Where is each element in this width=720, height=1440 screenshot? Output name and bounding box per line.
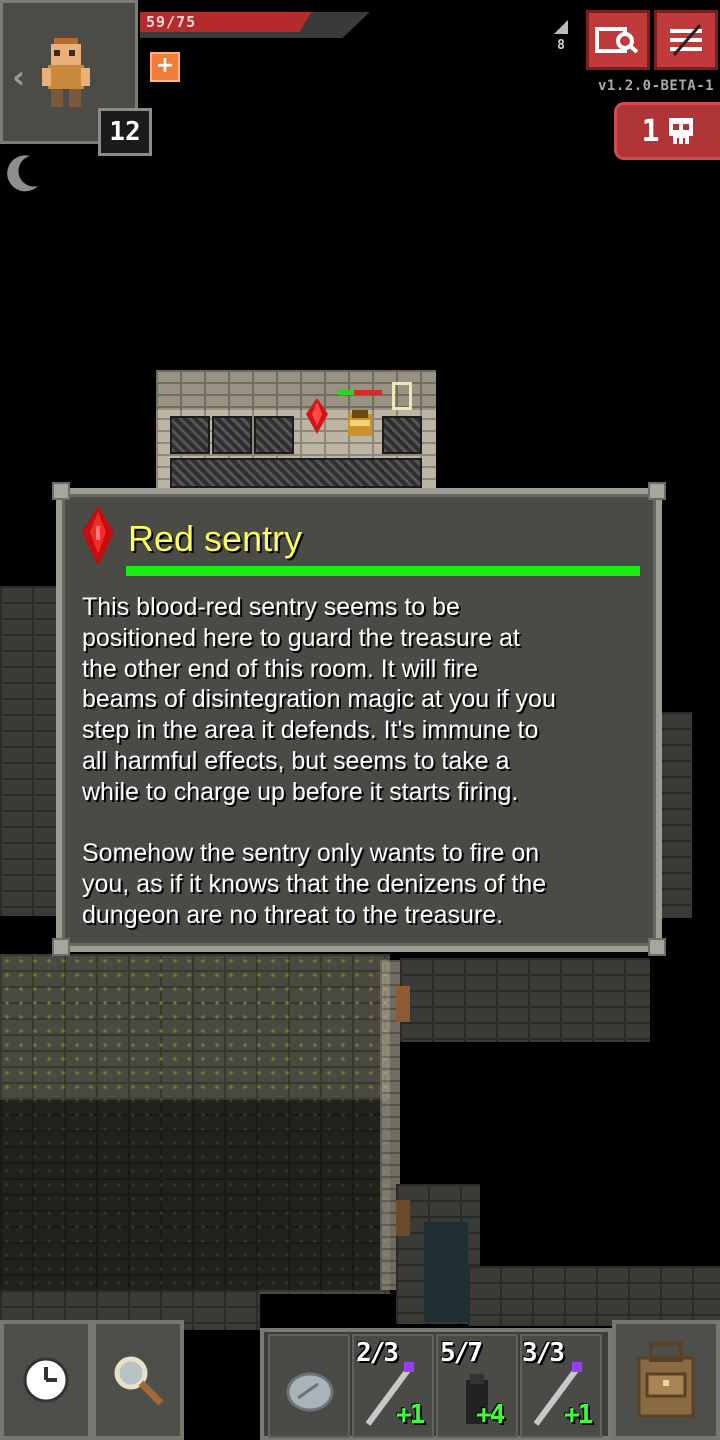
description-line: dungeon are no threat to the treasure. — [82, 900, 504, 929]
dungeon-floor-left — [0, 586, 60, 916]
hero-portrait-icon — [42, 38, 90, 107]
mob-health-bar — [126, 566, 640, 576]
floor-grate — [170, 416, 210, 454]
menu-button[interactable] — [654, 10, 718, 70]
quickslot-3-upgrade: +1 — [564, 1400, 593, 1430]
throw-stone-slot[interactable] — [268, 1334, 350, 1438]
dungeon-wall-east — [660, 712, 692, 918]
door[interactable] — [396, 1200, 410, 1236]
floor-grate — [382, 416, 422, 454]
door[interactable] — [396, 986, 410, 1022]
quickslot-2-upgrade: +4 — [476, 1400, 505, 1430]
floor-grate — [212, 416, 252, 454]
description-line: beams of disintegration magic at you if … — [82, 685, 556, 714]
quickslot-2-charges: 5/7 — [440, 1338, 483, 1368]
search-button[interactable] — [92, 1320, 184, 1440]
description-line: all harmful effects, but seems to take a — [82, 746, 510, 775]
red-sentry-icon — [82, 506, 114, 566]
skull-icon — [668, 118, 693, 144]
depth-number: 8 — [557, 38, 565, 53]
stone-icon — [286, 1372, 334, 1412]
description-line: positioned here to guard the treasure at — [82, 623, 520, 652]
description-line: step in the area it defends. It's immune… — [82, 716, 539, 745]
journal-search-icon — [595, 27, 639, 54]
moon-icon — [7, 155, 38, 192]
plus-icon[interactable]: + — [150, 52, 180, 82]
quickslot-1-upgrade: +1 — [396, 1400, 425, 1430]
dungeon-floor-right — [400, 958, 650, 1042]
backpack-icon — [637, 1342, 695, 1418]
description-line: This blood-red sentry seems to be — [82, 593, 460, 621]
quickslot-1-charges: 2/3 — [356, 1338, 399, 1368]
dungeon-floor-east — [468, 1266, 720, 1326]
description-line: you, as if it knows that the denizens of… — [82, 869, 547, 898]
menu-icon — [670, 24, 702, 56]
mob-description-paragraph-2: Somehow the sentry only wants to fire on… — [82, 838, 642, 930]
quickslot-3-charges: 3/3 — [522, 1338, 565, 1368]
window-corner — [648, 482, 666, 500]
mob-description-paragraph-1: This blood-red sentry seems to be positio… — [82, 592, 642, 808]
clock-icon — [23, 1357, 69, 1403]
depth-indicator: 8 — [550, 20, 572, 53]
hero-on-map[interactable] — [342, 406, 378, 442]
back-arrow-icon: ‹ — [12, 58, 26, 96]
enemy-health-fill — [338, 390, 354, 395]
magnifier-icon — [114, 1356, 164, 1406]
window-corner — [52, 938, 70, 956]
window-corner — [648, 938, 666, 956]
version-label: v1.2.0-BETA-1 — [598, 78, 715, 94]
water — [424, 1222, 468, 1322]
hero-level-badge: 12 — [98, 108, 152, 156]
dungeon-shadow — [0, 1100, 390, 1290]
torch — [392, 382, 412, 410]
hp-text: 59/75 — [146, 13, 197, 31]
description-line: Somehow the sentry only wants to fire on — [82, 839, 540, 867]
window-corner — [52, 482, 70, 500]
mob-title: Red sentry — [128, 518, 303, 559]
danger-indicator[interactable]: 1 — [614, 102, 720, 160]
floor-grate — [254, 416, 294, 454]
backpack-button[interactable] — [612, 1320, 720, 1440]
stairs-icon — [554, 20, 568, 34]
journal-button[interactable] — [586, 10, 650, 70]
wait-button[interactable] — [0, 1320, 92, 1440]
floor-grate — [170, 458, 422, 488]
description-line: while to charge up before it starts firi… — [82, 777, 519, 806]
sentry-sprite[interactable] — [304, 398, 330, 438]
description-line: the other end of this room. It will fire — [82, 654, 479, 683]
danger-count: 1 — [641, 113, 660, 149]
